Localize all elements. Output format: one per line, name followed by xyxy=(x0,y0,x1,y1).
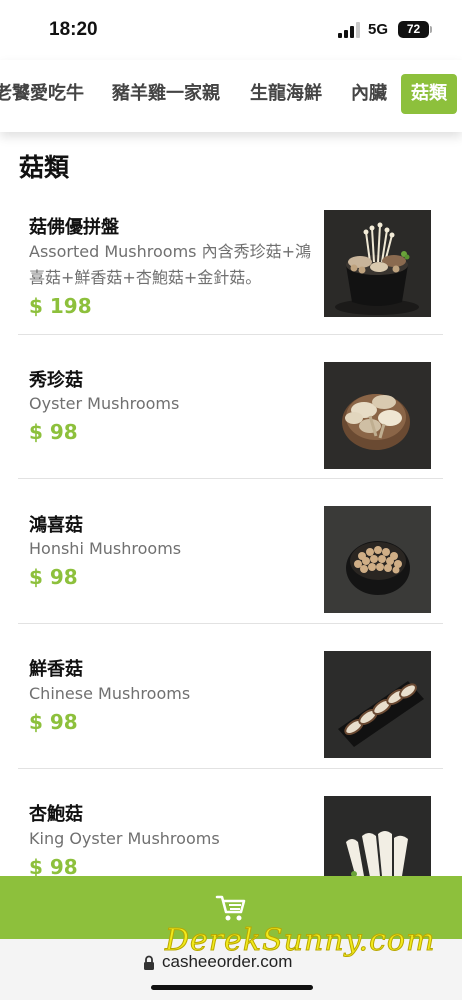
item-name: 鴻喜菇 xyxy=(29,515,83,536)
menu-item[interactable]: 鴻喜菇 Honshi Mushrooms $ 98 xyxy=(18,479,443,624)
item-name: 菇佛優拼盤 xyxy=(29,217,119,238)
item-description: Assorted Mushrooms 內含秀珍菇+鴻喜菇+鮮香菇+杏鮑菇+金針菇… xyxy=(29,242,311,287)
network-type: 5G xyxy=(368,21,389,38)
item-name: 鮮香菇 xyxy=(29,659,83,680)
item-price: $ 198 xyxy=(29,294,92,318)
honshi-mushroom-photo xyxy=(324,506,431,613)
item-price: $ 98 xyxy=(29,565,78,589)
oyster-mushroom-photo xyxy=(324,362,431,469)
tab-mushrooms[interactable]: 菇類 xyxy=(401,74,457,114)
shopping-cart-icon[interactable] xyxy=(215,894,247,922)
section-title: 菇類 xyxy=(19,153,70,182)
item-description: Oyster Mushrooms xyxy=(29,394,180,413)
item-price: $ 98 xyxy=(29,710,78,734)
item-description: Chinese Mushrooms xyxy=(29,684,191,703)
shiitake-mushroom-photo xyxy=(324,651,431,758)
item-price: $ 98 xyxy=(29,420,78,444)
menu-item[interactable]: 鮮香菇 Chinese Mushrooms $ 98 xyxy=(18,624,443,769)
tab-seafood[interactable]: 生龍海鮮 xyxy=(250,74,322,114)
tab-pork-lamb-chicken[interactable]: 豬羊雞一家親 xyxy=(112,74,220,114)
item-name: 杏鮑菇 xyxy=(29,804,83,825)
tab-beef[interactable]: 老饕愛吃牛 xyxy=(0,74,84,114)
home-indicator[interactable] xyxy=(151,985,313,990)
battery-cap xyxy=(430,26,432,33)
menu-item[interactable]: 菇佛優拼盤 Assorted Mushrooms 內含秀珍菇+鴻喜菇+鮮香菇+杏… xyxy=(18,195,443,335)
browser-address-bar[interactable]: casheeorder.com DerekSunny.com xyxy=(0,923,462,1000)
watermark: DerekSunny.com xyxy=(164,923,436,959)
status-time: 18:20 xyxy=(49,19,98,40)
tab-offal[interactable]: 內臟 xyxy=(351,74,387,114)
lock-icon xyxy=(144,955,154,970)
item-description: King Oyster Mushrooms xyxy=(29,829,220,848)
menu-item[interactable]: 秀珍菇 Oyster Mushrooms $ 98 xyxy=(18,335,443,479)
category-nav: 老饕愛吃牛 豬羊雞一家親 生龍海鮮 內臟 菇類 xyxy=(0,60,462,132)
item-description: Honshi Mushrooms xyxy=(29,539,182,558)
status-bar: 18:20 5G 72 xyxy=(0,0,462,60)
assorted-mushroom-platter-photo xyxy=(324,210,431,317)
cellular-signal-icon xyxy=(338,22,362,38)
item-name: 秀珍菇 xyxy=(29,370,83,391)
battery-icon: 72 xyxy=(398,21,429,38)
